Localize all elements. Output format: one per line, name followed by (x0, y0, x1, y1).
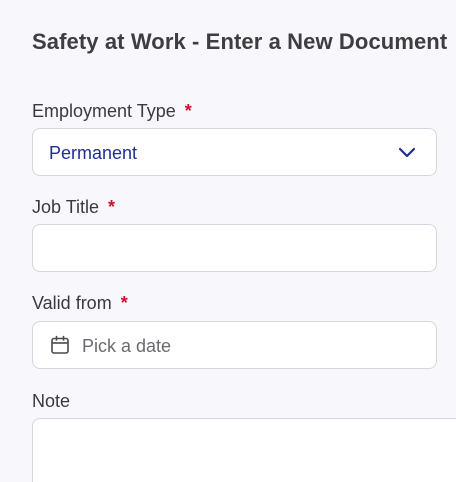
valid-from-label-text: Valid from (32, 293, 112, 313)
chevron-down-icon[interactable] (398, 145, 416, 159)
note-label: Note (32, 391, 70, 412)
calendar-icon (51, 335, 69, 354)
note-textarea[interactable] (32, 418, 456, 482)
employment-type-label: Employment Type * (32, 101, 192, 122)
valid-from-date-picker[interactable]: Pick a date (32, 321, 437, 369)
required-marker: * (184, 101, 192, 121)
note-label-text: Note (32, 391, 71, 411)
page-title: Safety at Work - Enter a New Document (32, 29, 448, 54)
employment-type-select[interactable]: Permanent (32, 128, 437, 176)
job-title-label-text: Job Title (32, 197, 100, 217)
job-title-input[interactable] (32, 224, 437, 272)
employment-type-label-text: Employment Type (32, 101, 176, 121)
job-title-label: Job Title * (32, 197, 115, 218)
employment-type-value: Permanent (49, 143, 138, 163)
valid-from-label: Valid from * (32, 293, 128, 314)
required-marker: * (120, 293, 128, 313)
required-marker: * (108, 197, 116, 217)
form-panel: Safety at Work - Enter a New Document Em… (0, 0, 456, 482)
date-placeholder: Pick a date (82, 336, 172, 356)
